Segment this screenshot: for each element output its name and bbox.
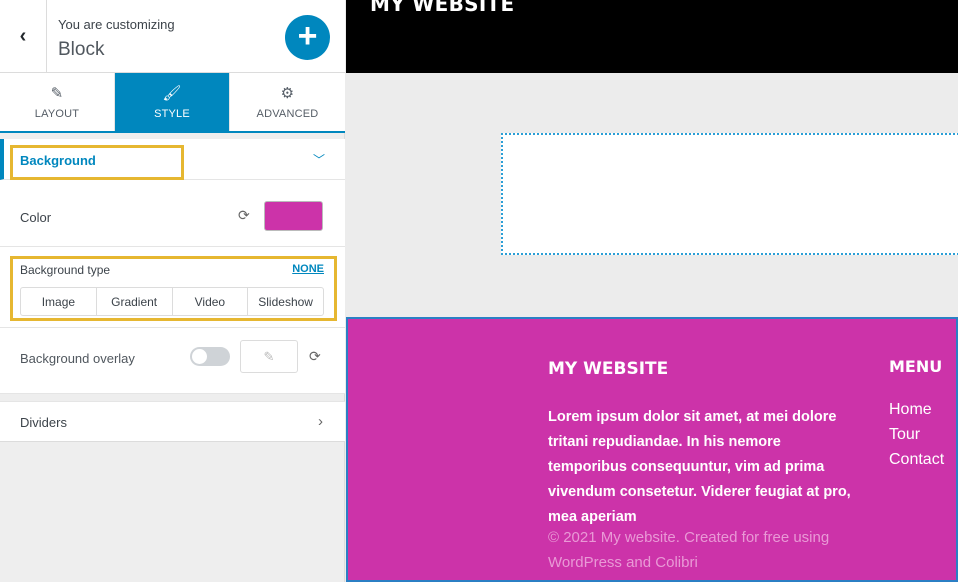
background-type-selector: Image Gradient Video Slideshow bbox=[20, 287, 324, 316]
footer-menu-home[interactable]: Home bbox=[889, 397, 944, 422]
tab-layout-label: LAYOUT bbox=[34, 108, 80, 120]
background-type-image[interactable]: Image bbox=[21, 288, 97, 315]
preview-footer[interactable]: MY WEBSITE Lorem ipsum dolor sit amet, a… bbox=[346, 317, 958, 582]
tab-advanced-label: ADVANCED bbox=[256, 108, 319, 120]
brush-icon: 🖌 bbox=[162, 85, 182, 102]
footer-text: Lorem ipsum dolor sit amet, at mei dolor… bbox=[548, 409, 851, 525]
site-preview: MY WEBSITE MY WEBSITE Lorem ipsum dolor … bbox=[346, 0, 958, 582]
site-title: MY WEBSITE bbox=[370, 0, 515, 16]
preview-header: MY WEBSITE bbox=[346, 0, 958, 73]
pencil-icon: ✎ bbox=[263, 348, 275, 364]
chevron-down-icon: ﹀ bbox=[312, 153, 325, 167]
dividers-section[interactable]: Dividers › bbox=[0, 401, 345, 442]
add-block-button[interactable]: + bbox=[285, 15, 330, 60]
customizing-label: You are customizing bbox=[58, 17, 175, 32]
color-swatch[interactable] bbox=[264, 201, 323, 231]
gears-icon: ⚙ bbox=[280, 85, 295, 102]
background-type-row: Background type NONE Image Gradient Vide… bbox=[0, 247, 345, 328]
color-row: Color ⟳ bbox=[0, 180, 345, 247]
tab-style-label: STYLE bbox=[154, 108, 190, 120]
footer-menu-tour[interactable]: Tour bbox=[889, 422, 944, 447]
reset-icon[interactable]: ⟳ bbox=[309, 348, 321, 365]
dividers-label: Dividers bbox=[20, 415, 67, 430]
background-overlay-row: Background overlay ✎ ⟳ bbox=[0, 328, 345, 394]
reset-icon[interactable]: ⟳ bbox=[238, 207, 250, 224]
customizing-title: Block bbox=[58, 39, 105, 60]
customizer-header: ‹ You are customizing Block + bbox=[0, 0, 345, 73]
background-section-title: Background bbox=[20, 153, 96, 168]
tab-layout[interactable]: ✎ LAYOUT bbox=[0, 73, 115, 131]
footer-menu: Home Tour Contact bbox=[889, 397, 944, 472]
panel-tabs: ✎ LAYOUT 🖌 STYLE ⚙ ADVANCED bbox=[0, 73, 345, 133]
toggle-knob bbox=[192, 349, 207, 364]
background-overlay-label: Background overlay bbox=[20, 351, 135, 366]
color-label: Color bbox=[20, 210, 52, 225]
footer-menu-title: MENU bbox=[889, 357, 943, 376]
footer-copyright: © 2021 My website. Created for free usin… bbox=[548, 529, 830, 571]
customizer-sidebar: ‹ You are customizing Block + ✎ LAYOUT 🖌… bbox=[0, 0, 345, 582]
footer-title: MY WEBSITE bbox=[548, 359, 669, 379]
background-type-video[interactable]: Video bbox=[173, 288, 249, 315]
overlay-color-picker[interactable]: ✎ bbox=[240, 340, 298, 373]
tab-style[interactable]: 🖌 STYLE bbox=[115, 73, 230, 131]
background-section-header[interactable]: Background ﹀ bbox=[0, 139, 345, 180]
background-type-slideshow[interactable]: Slideshow bbox=[248, 288, 323, 315]
chevron-left-icon: ‹ bbox=[19, 25, 27, 47]
pencil-icon: ✎ bbox=[50, 85, 64, 102]
footer-menu-contact[interactable]: Contact bbox=[889, 447, 944, 472]
background-type-label: Background type bbox=[20, 263, 111, 277]
overlay-toggle[interactable] bbox=[190, 347, 230, 366]
back-button[interactable]: ‹ bbox=[0, 0, 47, 73]
background-type-gradient[interactable]: Gradient bbox=[97, 288, 173, 315]
background-type-none-link[interactable]: NONE bbox=[292, 263, 324, 275]
tab-advanced[interactable]: ⚙ ADVANCED bbox=[230, 73, 345, 131]
selected-block-outline[interactable] bbox=[501, 133, 958, 255]
chevron-right-icon: › bbox=[318, 413, 323, 430]
plus-icon: + bbox=[297, 17, 318, 55]
